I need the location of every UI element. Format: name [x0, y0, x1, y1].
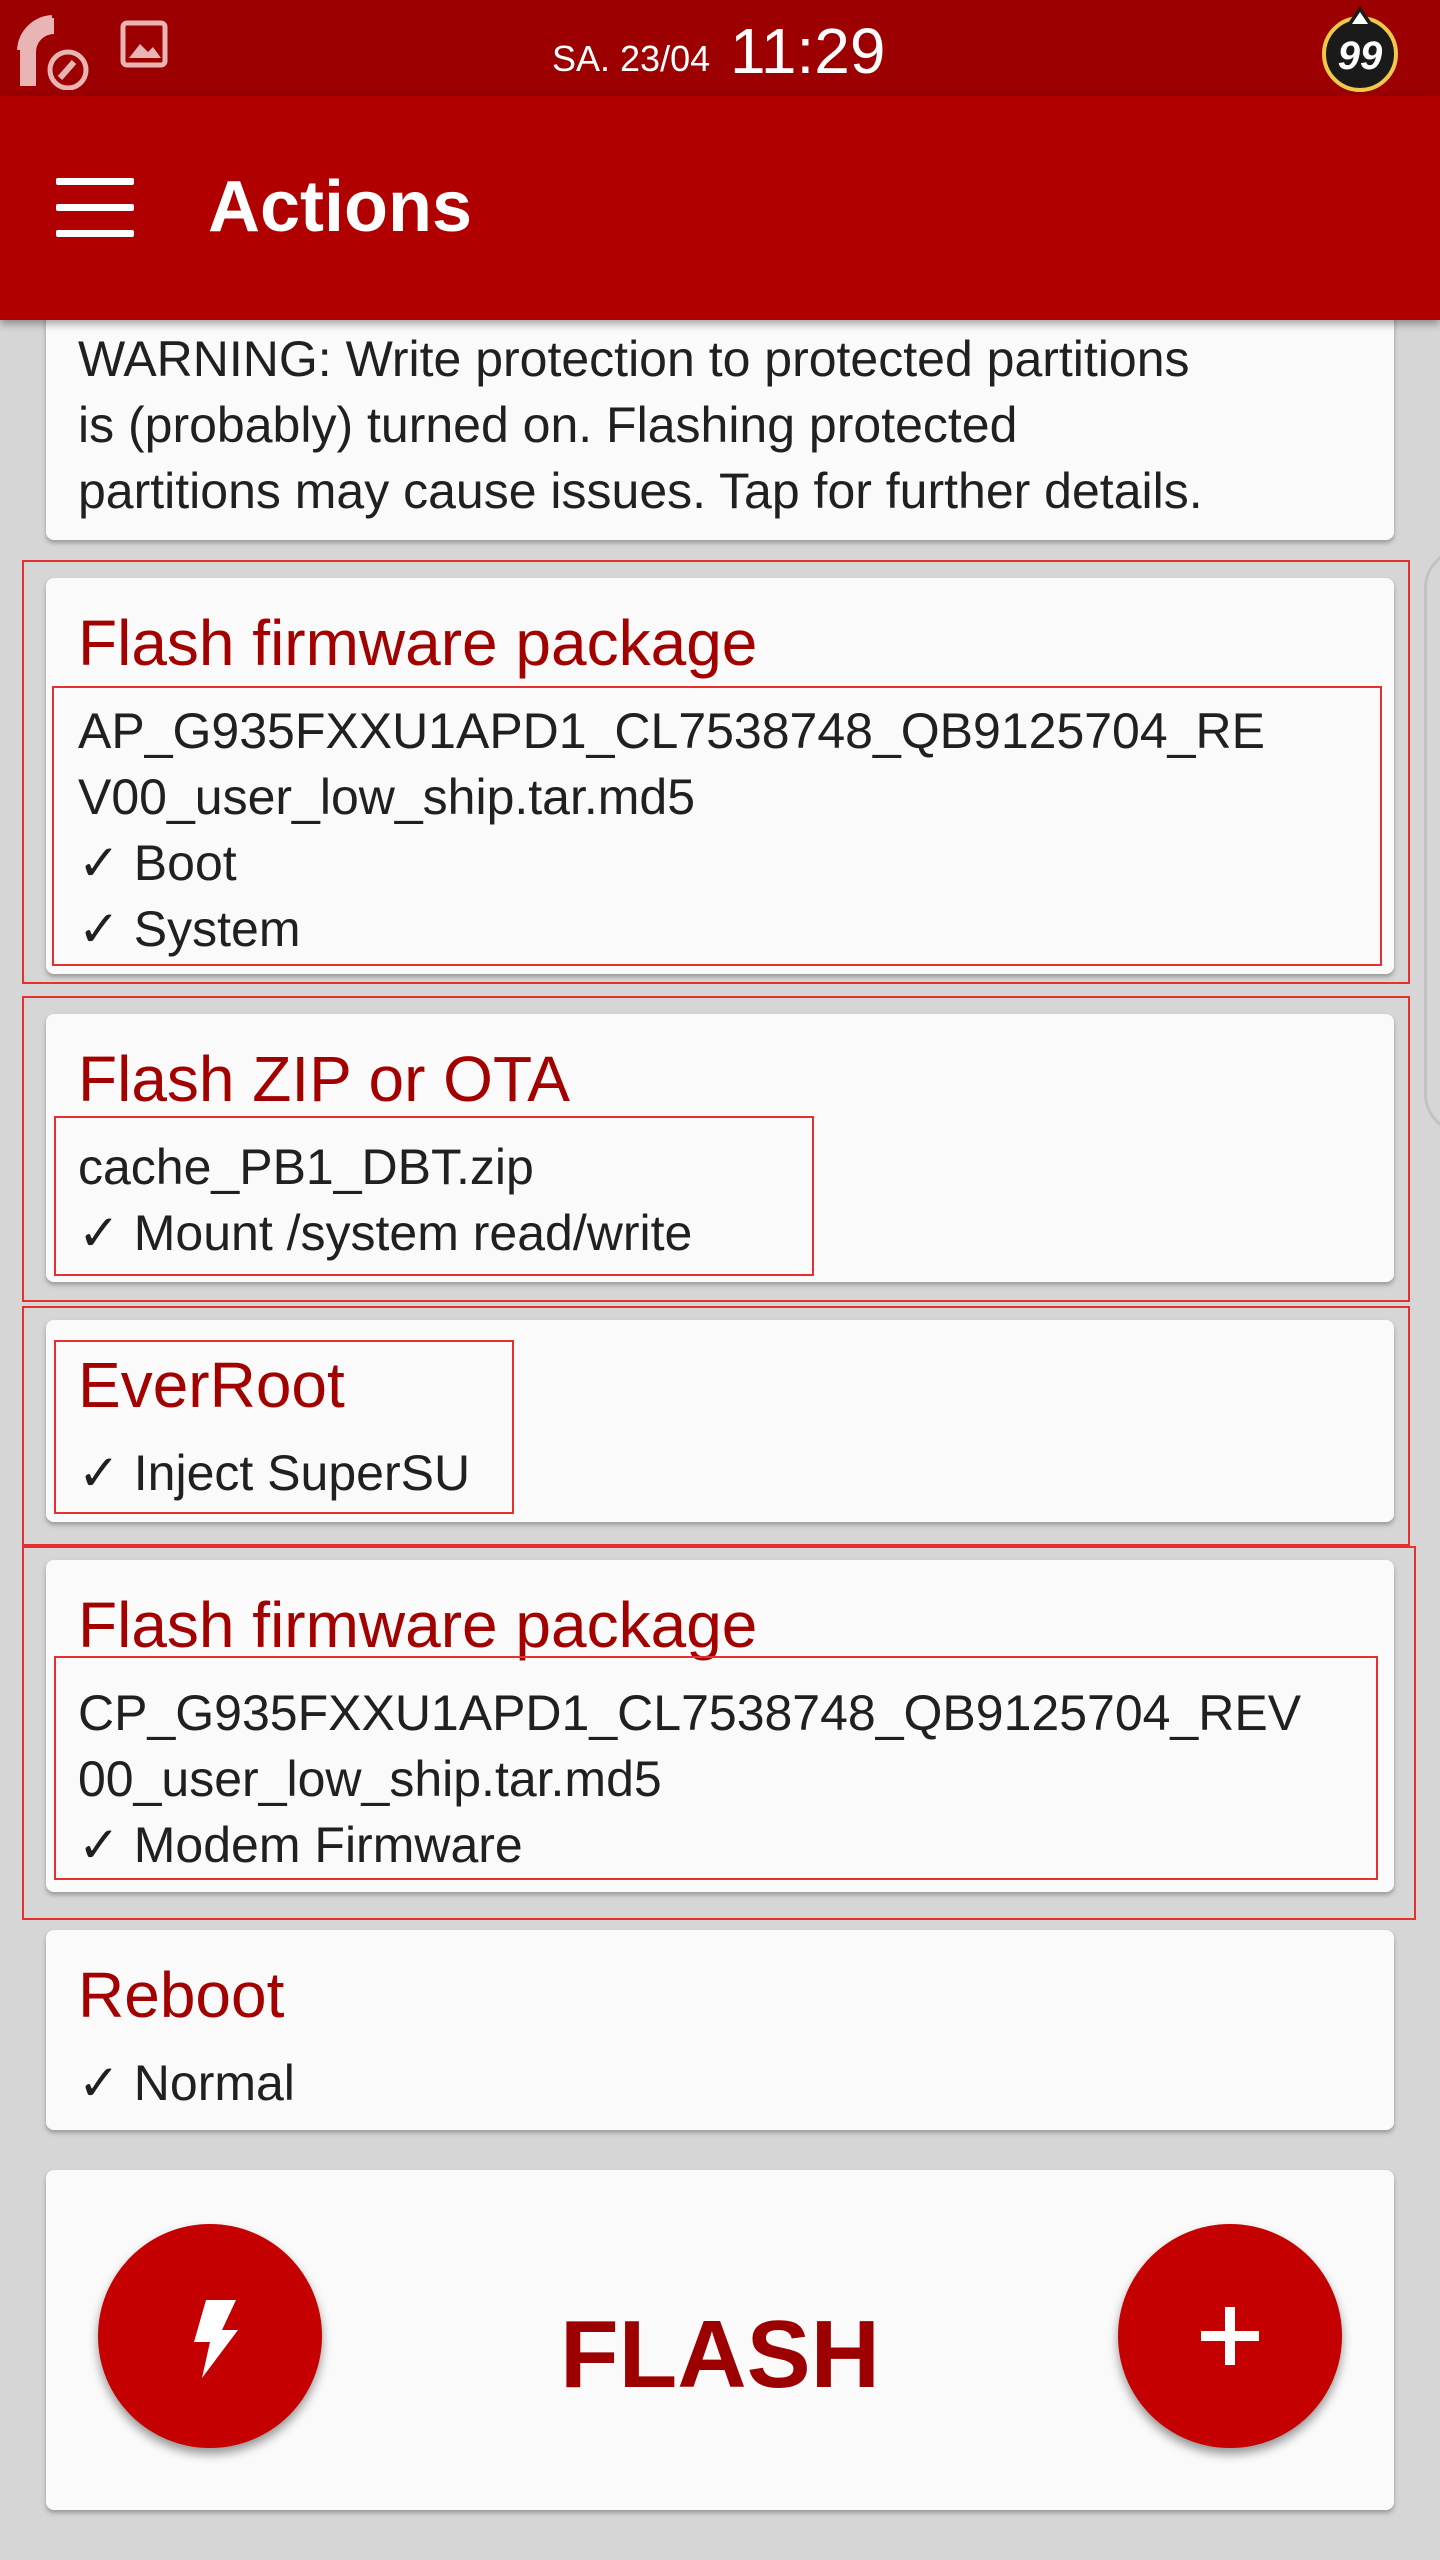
action-detail-line: ✓ Boot — [78, 835, 237, 891]
warning-text-line: is (probably) turned on. Flashing protec… — [78, 397, 1018, 453]
add-action-button[interactable] — [1118, 2224, 1342, 2448]
warning-text-line: WARNING: Write protection to protected p… — [78, 331, 1190, 387]
action-detail-line: ✓ Normal — [78, 2055, 295, 2111]
action-card-flash-zip[interactable]: Flash ZIP or OTA cache_PB1_DBT.zip ✓ Mou… — [46, 1014, 1394, 1282]
status-time: 11:29 — [730, 15, 886, 87]
hamburger-menu-icon[interactable] — [56, 178, 134, 238]
action-title: EverRoot — [78, 1349, 345, 1421]
action-detail-line: CP_G935FXXU1APD1_CL7538748_QB9125704_REV — [78, 1685, 1302, 1741]
warning-text-line: partitions may cause issues. Tap for fur… — [78, 463, 1203, 519]
action-detail-line: ✓ Inject SuperSU — [78, 1445, 471, 1501]
action-detail-line: 00_user_low_ship.tar.md5 — [78, 1751, 662, 1807]
action-card-flash-firmware-cp[interactable]: Flash firmware package CP_G935FXXU1APD1_… — [46, 1560, 1394, 1892]
action-detail-line: ✓ System — [78, 901, 301, 957]
edge-panel-handle[interactable] — [1424, 548, 1440, 1134]
signal-icon — [17, 15, 89, 90]
action-card-everroot[interactable]: EverRoot ✓ Inject SuperSU — [46, 1320, 1394, 1522]
action-detail-line: cache_PB1_DBT.zip — [78, 1139, 534, 1195]
flash-panel: FLASH — [46, 2170, 1394, 2510]
action-detail-line: ✓ Modem Firmware — [78, 1817, 523, 1873]
status-bar: SA. 23/04 11:29 99 — [0, 0, 1440, 96]
action-title: Flash firmware package — [78, 607, 758, 679]
action-detail-line: AP_G935FXXU1APD1_CL7538748_QB9125704_RE — [78, 703, 1265, 759]
action-title: Flash ZIP or OTA — [78, 1043, 570, 1115]
status-date: SA. 23/04 — [552, 38, 711, 79]
action-detail-line: V00_user_low_ship.tar.md5 — [78, 769, 696, 825]
action-detail-line: ✓ Mount /system read/write — [78, 1205, 693, 1261]
page-title: Actions — [208, 167, 473, 247]
warning-card[interactable]: WARNING: Write protection to protected p… — [46, 290, 1394, 540]
action-title: Flash firmware package — [78, 1589, 758, 1661]
action-card-flash-firmware[interactable]: Flash firmware package AP_G935FXXU1APD1_… — [46, 578, 1394, 974]
battery-badge-icon: 99 — [1318, 4, 1402, 92]
battery-level: 99 — [1337, 34, 1383, 78]
action-card-reboot[interactable]: Reboot ✓ Normal — [46, 1930, 1394, 2130]
image-notification-icon — [120, 20, 168, 68]
app-bar: Actions — [0, 96, 1440, 320]
plus-icon — [1201, 2307, 1259, 2365]
action-title: Reboot — [78, 1959, 285, 2031]
